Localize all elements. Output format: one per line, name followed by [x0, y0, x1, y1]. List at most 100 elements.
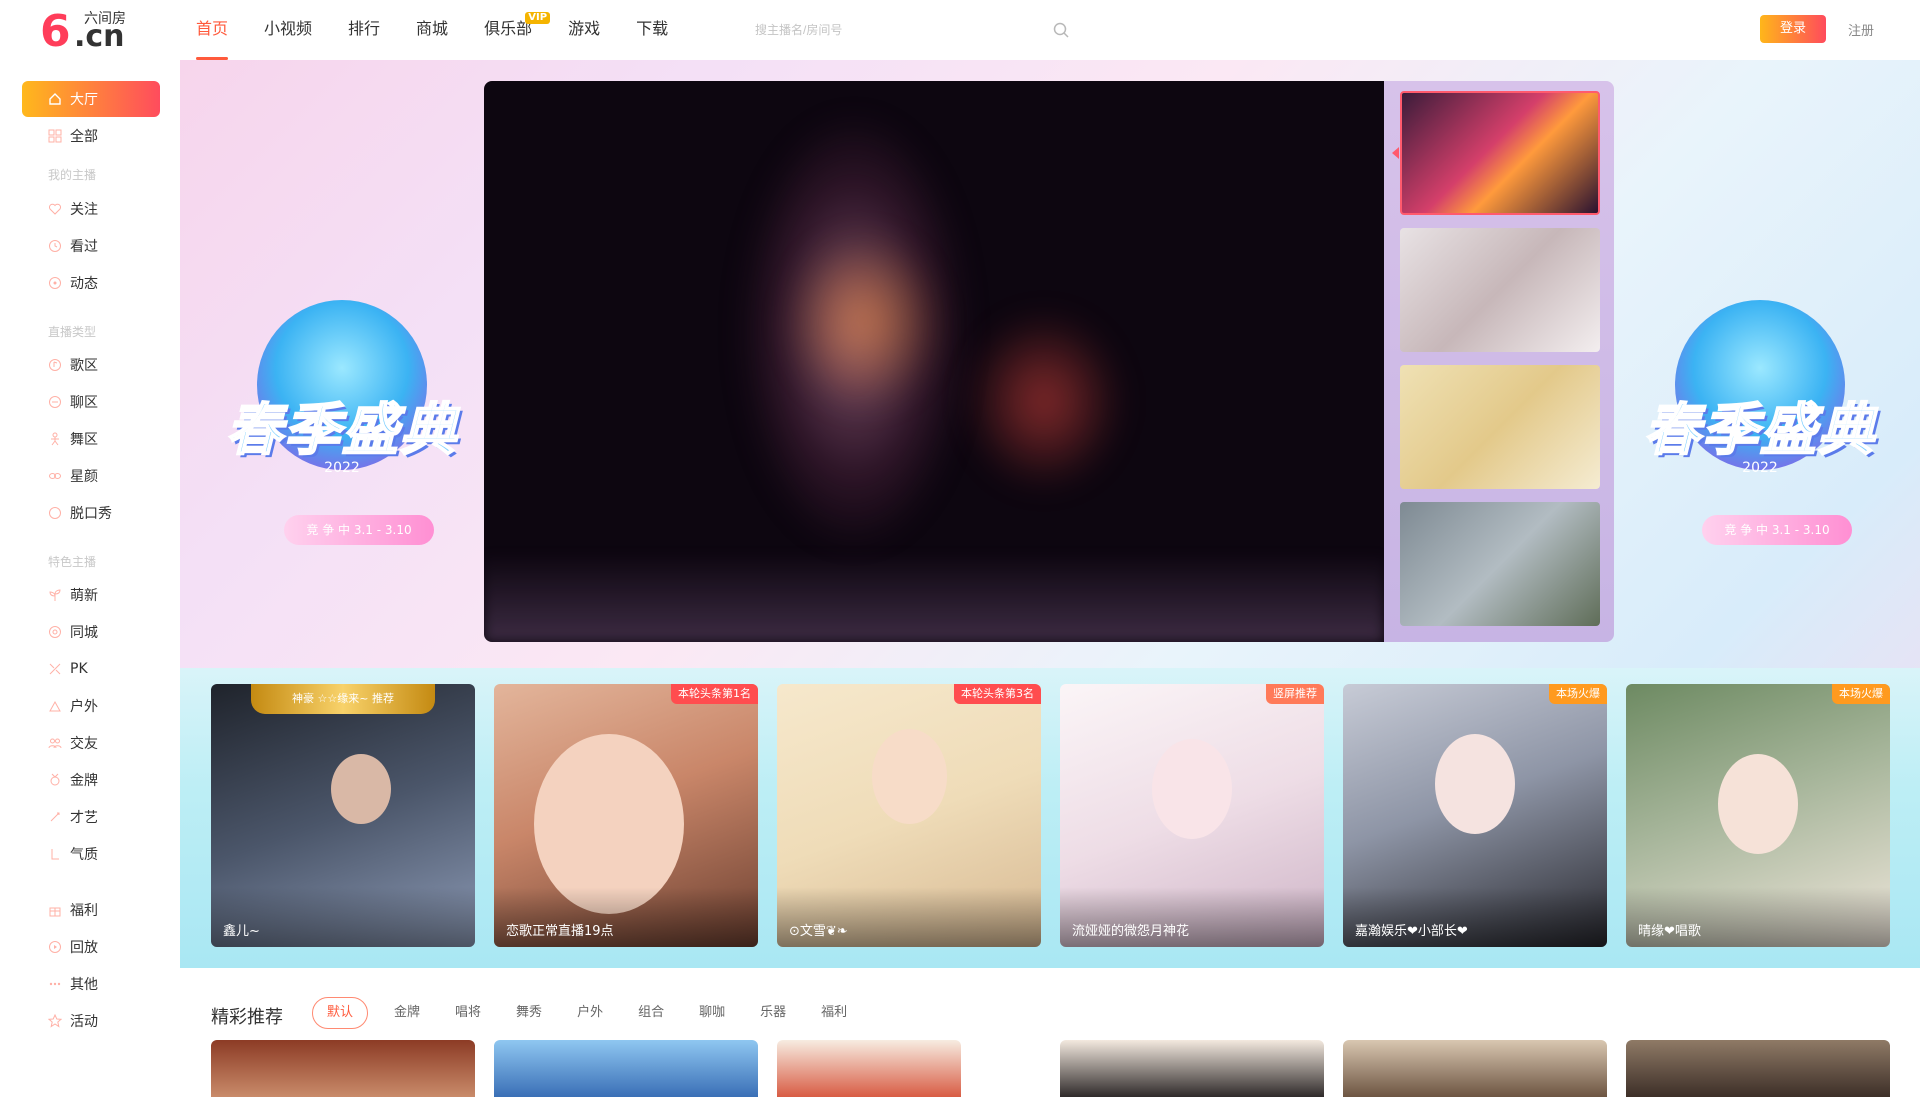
tab-group[interactable]: 组合 — [638, 997, 664, 1029]
nav-item-download[interactable]: 下载 — [636, 0, 668, 60]
live-thumbnail[interactable] — [1400, 365, 1600, 489]
card-anchor-name: 流娅娅的微怨月神花 — [1072, 924, 1190, 939]
sidebar-item-dance[interactable]: 舞区 — [22, 421, 160, 457]
site-logo[interactable]: 6 六间房 .cn — [40, 6, 136, 56]
main-nav: 首页 小视频 排行 商城 俱乐部 VIP 游戏 下载 — [196, 0, 704, 60]
login-button[interactable]: 登录 — [1760, 15, 1826, 43]
sidebar-item-events[interactable]: 活动 — [22, 1003, 160, 1039]
replay-icon — [49, 941, 61, 953]
event-year-right: 2022 — [1742, 460, 1778, 476]
logo-mark: 6 — [40, 6, 71, 57]
nav-item-games[interactable]: 游戏 — [568, 0, 600, 60]
search-input[interactable] — [755, 17, 1045, 43]
featured-card[interactable]: 本场火爆 晴缘❤唱歌 — [1626, 684, 1890, 947]
sidebar-item-friends[interactable]: 交友 — [22, 725, 160, 761]
star-face-icon — [49, 473, 61, 479]
sidebar-item-music[interactable]: 歌区 — [22, 347, 160, 383]
sidebar-item-gold[interactable]: 金牌 — [22, 762, 160, 798]
nav-item-ranking[interactable]: 排行 — [348, 0, 380, 60]
card-anchor-name: ⊙文雪❦❧ — [789, 924, 848, 939]
featured-card[interactable]: 神豪 ☆☆缘来~ 推荐 鑫儿~ — [211, 684, 475, 947]
live-video-player[interactable] — [484, 81, 1384, 642]
event-emblem-left[interactable]: 春季盛典 2022 竞 争 中 3.1 - 3.10 — [202, 290, 482, 590]
medal-icon — [50, 773, 60, 786]
search-icon[interactable] — [1052, 21, 1070, 39]
sidebar-item-follow[interactable]: 关注 — [22, 191, 160, 227]
card-tag: 本轮头条第3名 — [954, 684, 1041, 704]
featured-card[interactable]: 本轮头条第1名 恋歌正常直播19点 — [494, 684, 758, 947]
event-emblem-right[interactable]: 春季盛典 2022 竞 争 中 3.1 - 3.10 — [1620, 290, 1900, 590]
featured-card[interactable]: 本轮头条第3名 ⊙文雪❦❧ — [777, 684, 1041, 947]
sidebar-item-star-face[interactable]: 星颜 — [22, 458, 160, 494]
sidebar-item-chat[interactable]: 聊区 — [22, 384, 160, 420]
live-thumbnail[interactable] — [1400, 228, 1600, 352]
sidebar-item-feed[interactable]: 动态 — [22, 265, 160, 301]
tab-dance[interactable]: 舞秀 — [516, 997, 542, 1029]
card-banner: 神豪 ☆☆缘来~ 推荐 — [251, 684, 435, 714]
tab-default[interactable]: 默认 — [312, 997, 369, 1029]
tab-instrument[interactable]: 乐器 — [760, 997, 786, 1029]
tab-gold[interactable]: 金牌 — [394, 997, 420, 1029]
location-icon — [49, 626, 61, 638]
recommend-card[interactable] — [1060, 1040, 1324, 1097]
nav-item-home[interactable]: 首页 — [196, 0, 229, 60]
sidebar-item-all[interactable]: 全部 — [22, 118, 160, 154]
chat-icon — [49, 396, 61, 408]
live-thumbnail[interactable] — [1400, 502, 1600, 626]
sidebar-item-other[interactable]: 其他 — [22, 966, 160, 1002]
video-blur-floor — [484, 552, 1384, 642]
nav-item-shop[interactable]: 商城 — [416, 0, 448, 60]
history-icon — [49, 240, 61, 252]
sidebar-item-pk[interactable]: PK — [22, 651, 160, 687]
recommend-card[interactable] — [494, 1040, 758, 1097]
sidebar-item-outdoor[interactable]: 户外 — [22, 688, 160, 724]
recommend-card[interactable] — [1626, 1040, 1890, 1097]
event-date-right: 3.1 - 3.10 — [1771, 523, 1830, 537]
sidebar-group-live-type: 直播类型 — [48, 325, 97, 339]
tab-singer[interactable]: 唱将 — [455, 997, 481, 1029]
featured-card[interactable]: 竖屏推荐 流娅娅的微怨月神花 — [1060, 684, 1324, 947]
sidebar-item-talent[interactable]: 才艺 — [22, 799, 160, 835]
card-anchor-name: 鑫儿~ — [223, 924, 260, 939]
sidebar-item-welfare[interactable]: 福利 — [22, 892, 160, 928]
recommend-card[interactable] — [1343, 1040, 1607, 1097]
sidebar-item-history[interactable]: 看过 — [22, 228, 160, 264]
live-thumbnail[interactable] — [1400, 91, 1600, 215]
event-icon — [48, 1014, 62, 1028]
grid-icon — [48, 129, 62, 143]
event-cta-left: 竞 争 中 — [306, 523, 351, 537]
sidebar: 大厅 全部 我的主播 关注 看过 动态 直播类型 歌区 聊区 舞区 星颜 脱口秀… — [0, 60, 180, 1097]
sidebar-item-same-city[interactable]: 同城 — [22, 614, 160, 650]
video-blur-light — [964, 311, 1124, 491]
recommend-card[interactable] — [777, 1040, 961, 1097]
featured-card[interactable]: 本场火爆 嘉瀚娱乐❤小部长❤ — [1343, 684, 1607, 947]
recommend-tabs: 默认 金牌 唱将 舞秀 户外 组合 聊咖 乐器 福利 — [312, 997, 882, 1029]
tab-chat[interactable]: 聊咖 — [699, 997, 725, 1029]
video-blur-chair — [784, 231, 944, 411]
home-icon — [49, 93, 61, 105]
anchor-portrait — [1435, 734, 1515, 834]
music-icon — [49, 359, 61, 371]
sidebar-item-replay[interactable]: 回放 — [22, 929, 160, 965]
heart-icon — [48, 203, 62, 215]
card-anchor-name: 恋歌正常直播19点 — [506, 924, 614, 939]
sidebar-item-hall[interactable]: 大厅 — [22, 81, 160, 117]
event-title-left: 春季盛典 — [225, 397, 458, 464]
register-link[interactable]: 注册 — [1848, 20, 1874, 39]
sidebar-item-temperament[interactable]: 气质 — [22, 836, 160, 872]
recommend-card[interactable] — [211, 1040, 475, 1097]
sprout-icon — [49, 589, 61, 601]
tab-welfare[interactable]: 福利 — [821, 997, 847, 1029]
card-anchor-name: 晴缘❤唱歌 — [1638, 924, 1701, 939]
outdoor-icon — [49, 700, 61, 712]
top-bar: 6 六间房 .cn 首页 小视频 排行 商城 俱乐部 VIP 游戏 下载 登录 … — [0, 0, 1920, 60]
sidebar-item-talk-show[interactable]: 脱口秀 — [22, 495, 160, 531]
pk-icon — [49, 663, 61, 675]
sidebar-item-newbie[interactable]: 萌新 — [22, 577, 160, 613]
logo-suffix: .cn — [74, 19, 125, 54]
nav-item-short-video[interactable]: 小视频 — [264, 0, 312, 60]
nav-item-club[interactable]: 俱乐部 VIP — [484, 0, 551, 60]
more-icon — [49, 982, 61, 986]
tab-outdoor[interactable]: 户外 — [577, 997, 603, 1029]
vip-badge: VIP — [525, 12, 551, 24]
